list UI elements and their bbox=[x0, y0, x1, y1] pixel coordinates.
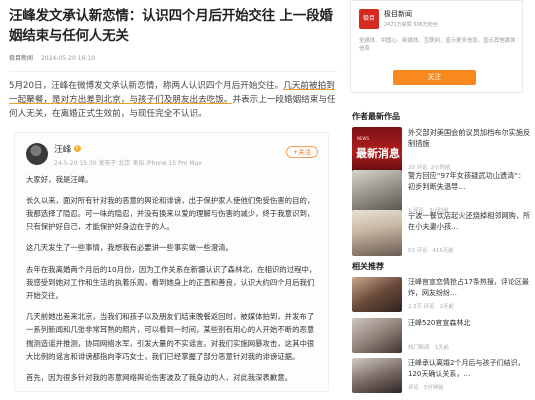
weibo-paragraph: 去年在我离婚两个月后的10月份，因为工作关系在新疆认识了森林北，在相识的过程中，… bbox=[26, 264, 317, 301]
avatar[interactable] bbox=[26, 142, 48, 165]
sidebar: 极目 极目新闻 2471万获赞 506万粉丝 全媒体、中国心、新媒体、互联网，显… bbox=[350, 0, 535, 400]
weibo-header: 汪峰 V 24-5-20 15:30 发布于 北京 来自 iPhone 15 P… bbox=[26, 142, 318, 167]
weibo-paragraph: 大家好，我是汪峰。 bbox=[26, 174, 93, 184]
news-title[interactable]: 汪峰官宣恋情抢占17条热搜，评论区最炸，网友纷纷… bbox=[408, 277, 532, 298]
news-meta: 53 评论 · 416天前 bbox=[408, 248, 454, 254]
news-thumbnail[interactable] bbox=[352, 277, 402, 312]
news-thumbnail[interactable] bbox=[352, 358, 402, 393]
news-meta: 评论 · 5分钟前 bbox=[408, 385, 444, 391]
latest-works-title: 作者最新作品 bbox=[352, 112, 400, 121]
article-intro: 5月20日，汪峰在微博发文承认新恋情，称两人认识四个月后开始交往。几天前被拍到一… bbox=[9, 79, 337, 122]
account-card: 极目 极目新闻 2471万获赞 506万粉丝 全媒体、中国心、新媒体、互联网，显… bbox=[350, 0, 523, 93]
article-meta: 极目新闻 2024-05-20 16:10 bbox=[9, 53, 337, 62]
list-item[interactable]: 汪峰520官宣森林北 热门新闻 · 1天前 bbox=[352, 318, 532, 356]
account-description: 全媒体、中国心、新媒体、互联网，显示更多信息，显示其他媒体信息 bbox=[359, 38, 516, 52]
account-follow-button[interactable]: 关注 bbox=[393, 70, 476, 85]
related-title: 相关推荐 bbox=[352, 262, 384, 271]
account-logo[interactable]: 极目 bbox=[359, 9, 379, 29]
weibo-author-name[interactable]: 汪峰 bbox=[54, 142, 72, 155]
news-title[interactable]: 警方回应“97年女孩疑武功山遗清”：初步判断失温导… bbox=[408, 170, 532, 192]
list-item[interactable]: 汪峰承认离婚2个月后与孩子们结识，120天确认关系，… 评论 · 5分钟前 bbox=[352, 358, 532, 396]
weibo-author: 汪峰 V bbox=[54, 142, 286, 155]
account-name[interactable]: 极目新闻 bbox=[384, 9, 412, 19]
news-title[interactable]: 汪峰520官宣森林北 bbox=[408, 318, 532, 329]
article-source[interactable]: 极目新闻 bbox=[9, 55, 33, 62]
article-date: 2024-05-20 16:10 bbox=[40, 55, 96, 62]
news-title[interactable]: 宁波一餐饮店起火还烧掉相邻网购，所在小夫妻小孩… bbox=[408, 210, 532, 232]
article: 汪峰发文承认新恋情：认识四个月后开始交往 上一段婚姻结束与任何人无关 极目新闻 … bbox=[9, 6, 337, 400]
weibo-paragraph: 首先，因为很多针对我的恶意网络舆论伤害波及了我身边的人，对此我深表歉意。 bbox=[26, 373, 293, 383]
weibo-body: 大家好，我是汪峰。 长久以来，面对所有针对我的恶意的舆论和诽谤，出于保护家人使他… bbox=[26, 173, 318, 385]
weibo-paragraph: 长久以来，面对所有针对我的恶意的舆论和诽谤，出于保护家人使他们免受伤害的目的，我… bbox=[26, 195, 315, 232]
weibo-paragraph: 这几天发生了一些事情，我想我有必要讲一些事实做一些澄清。 bbox=[26, 243, 233, 253]
weibo-paragraph: 几天前她出差来北京，当我们和孩子以及朋友们结束晚餐返回时，被媒体拍到，并发布了一… bbox=[26, 312, 315, 361]
weibo-post-time: 24-5-20 15:30 发布于 北京 来自 iPhone 15 Pro Ma… bbox=[54, 159, 202, 167]
thumbnail-label: 最新消息 bbox=[356, 147, 400, 160]
divider bbox=[9, 71, 337, 72]
news-title[interactable]: 汪峰承认离婚2个月后与孩子们结识，120天确认关系，… bbox=[408, 358, 532, 379]
intro-sentence-1: 5月20日，汪峰在微博发文承认新恋情，称两人认识四个月后开始交往。 bbox=[9, 81, 284, 91]
list-item[interactable]: 宁波一餐饮店起火还烧掉相邻网购，所在小夫妻小孩… 53 评论 · 416天前 bbox=[352, 210, 532, 260]
weibo-follow-button[interactable]: +关注 bbox=[285, 145, 318, 158]
news-thumbnail[interactable]: NEWS 最新消息 bbox=[352, 127, 402, 173]
news-thumbnail[interactable] bbox=[352, 318, 402, 353]
news-meta: 2.3万 评论 · 2天前 bbox=[408, 304, 454, 310]
verified-badge-icon: V bbox=[73, 144, 81, 152]
news-thumbnail[interactable] bbox=[352, 210, 402, 256]
thumbnail-caption: NEWS bbox=[357, 136, 370, 141]
article-headline: 汪峰发文承认新恋情：认识四个月后开始交往 上一段婚姻结束与任何人无关 bbox=[9, 8, 333, 44]
list-item[interactable]: 汪峰官宣恋情抢占17条热搜，评论区最炸，网友纷纷… 2.3万 评论 · 2天前 bbox=[352, 277, 532, 315]
news-title[interactable]: 外交部对美国会前议员加档布尔实施反制措施 bbox=[408, 127, 532, 149]
weibo-embed: 汪峰 V 24-5-20 15:30 发布于 北京 来自 iPhone 15 P… bbox=[14, 131, 329, 392]
account-stats: 2471万获赞 506万粉丝 bbox=[384, 22, 438, 28]
weibo-author-info: 汪峰 V 24-5-20 15:30 发布于 北京 来自 iPhone 15 P… bbox=[54, 142, 286, 167]
news-meta: 热门新闻 · 1天前 bbox=[408, 345, 449, 351]
